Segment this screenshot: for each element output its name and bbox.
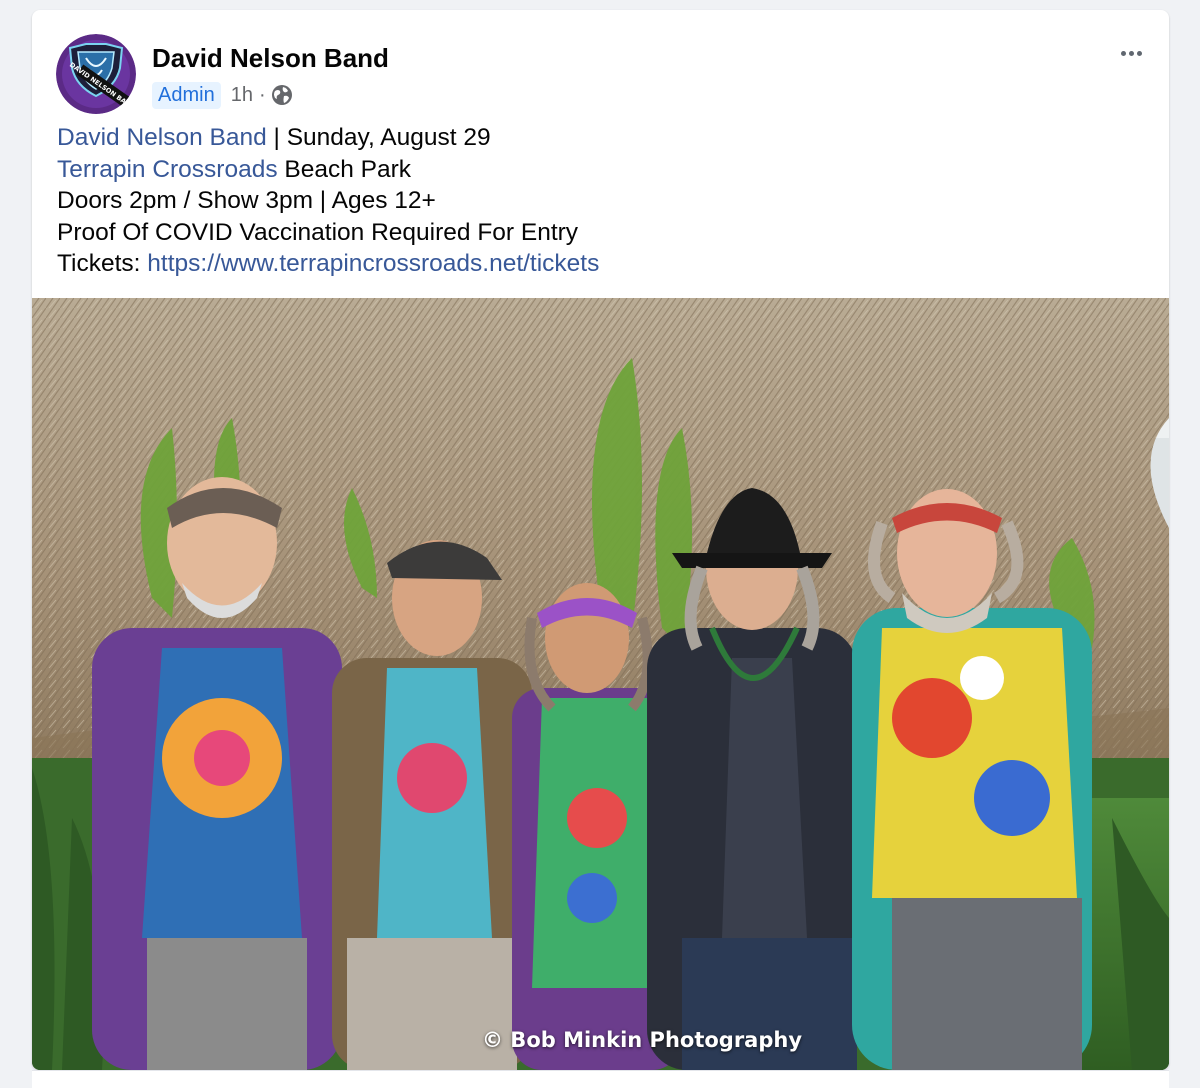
post-line-3: Doors 2pm / Show 3pm | Ages 12+	[57, 187, 436, 214]
more-dot-icon	[1120, 50, 1126, 56]
photo-credit: © Bob Minkin Photography	[482, 1028, 803, 1052]
post-line-5: Tickets: https://www.terrapincrossroads.…	[57, 248, 599, 280]
post-actions-strip	[32, 1070, 1169, 1088]
post-card: DAVID NELSON BAND David Nelson Band Admi…	[32, 10, 1169, 1070]
meta-separator: ·	[258, 83, 266, 106]
post-line-1: David Nelson Band | Sunday, August 29	[57, 122, 599, 154]
admin-badge: Admin	[152, 81, 221, 109]
band-logo: DAVID NELSON BAND	[56, 34, 136, 114]
post-message: David Nelson Band | Sunday, August 29 Te…	[57, 122, 599, 280]
more-dot-icon	[1136, 50, 1142, 56]
post-line-2: Terrapin Crossroads Beach Park	[57, 154, 599, 186]
post-meta: Admin 1h ·	[152, 81, 293, 109]
globe-icon[interactable]	[271, 84, 293, 106]
more-options-button[interactable]	[1111, 40, 1151, 66]
page-avatar[interactable]: DAVID NELSON BAND	[56, 34, 136, 114]
venue-page-link[interactable]: Terrapin Crossroads	[57, 156, 278, 183]
page-name-link[interactable]: David Nelson Band	[152, 43, 389, 74]
tickets-label: Tickets:	[57, 250, 148, 277]
venue-area-text: Beach Park	[277, 155, 412, 183]
post-photo[interactable]: © Bob Minkin Photography	[32, 298, 1169, 1070]
post-timestamp[interactable]: 1h	[231, 84, 253, 107]
event-date-text: | Sunday, August 29	[266, 124, 491, 151]
band-page-link[interactable]: David Nelson Band	[57, 124, 267, 151]
band-photo-illustration	[32, 298, 1169, 1070]
more-dot-icon	[1128, 50, 1134, 56]
post-line-4: Proof Of COVID Vaccination Required For …	[57, 218, 579, 246]
tickets-url-link[interactable]: https://www.terrapincrossroads.net/ticke…	[147, 250, 599, 277]
